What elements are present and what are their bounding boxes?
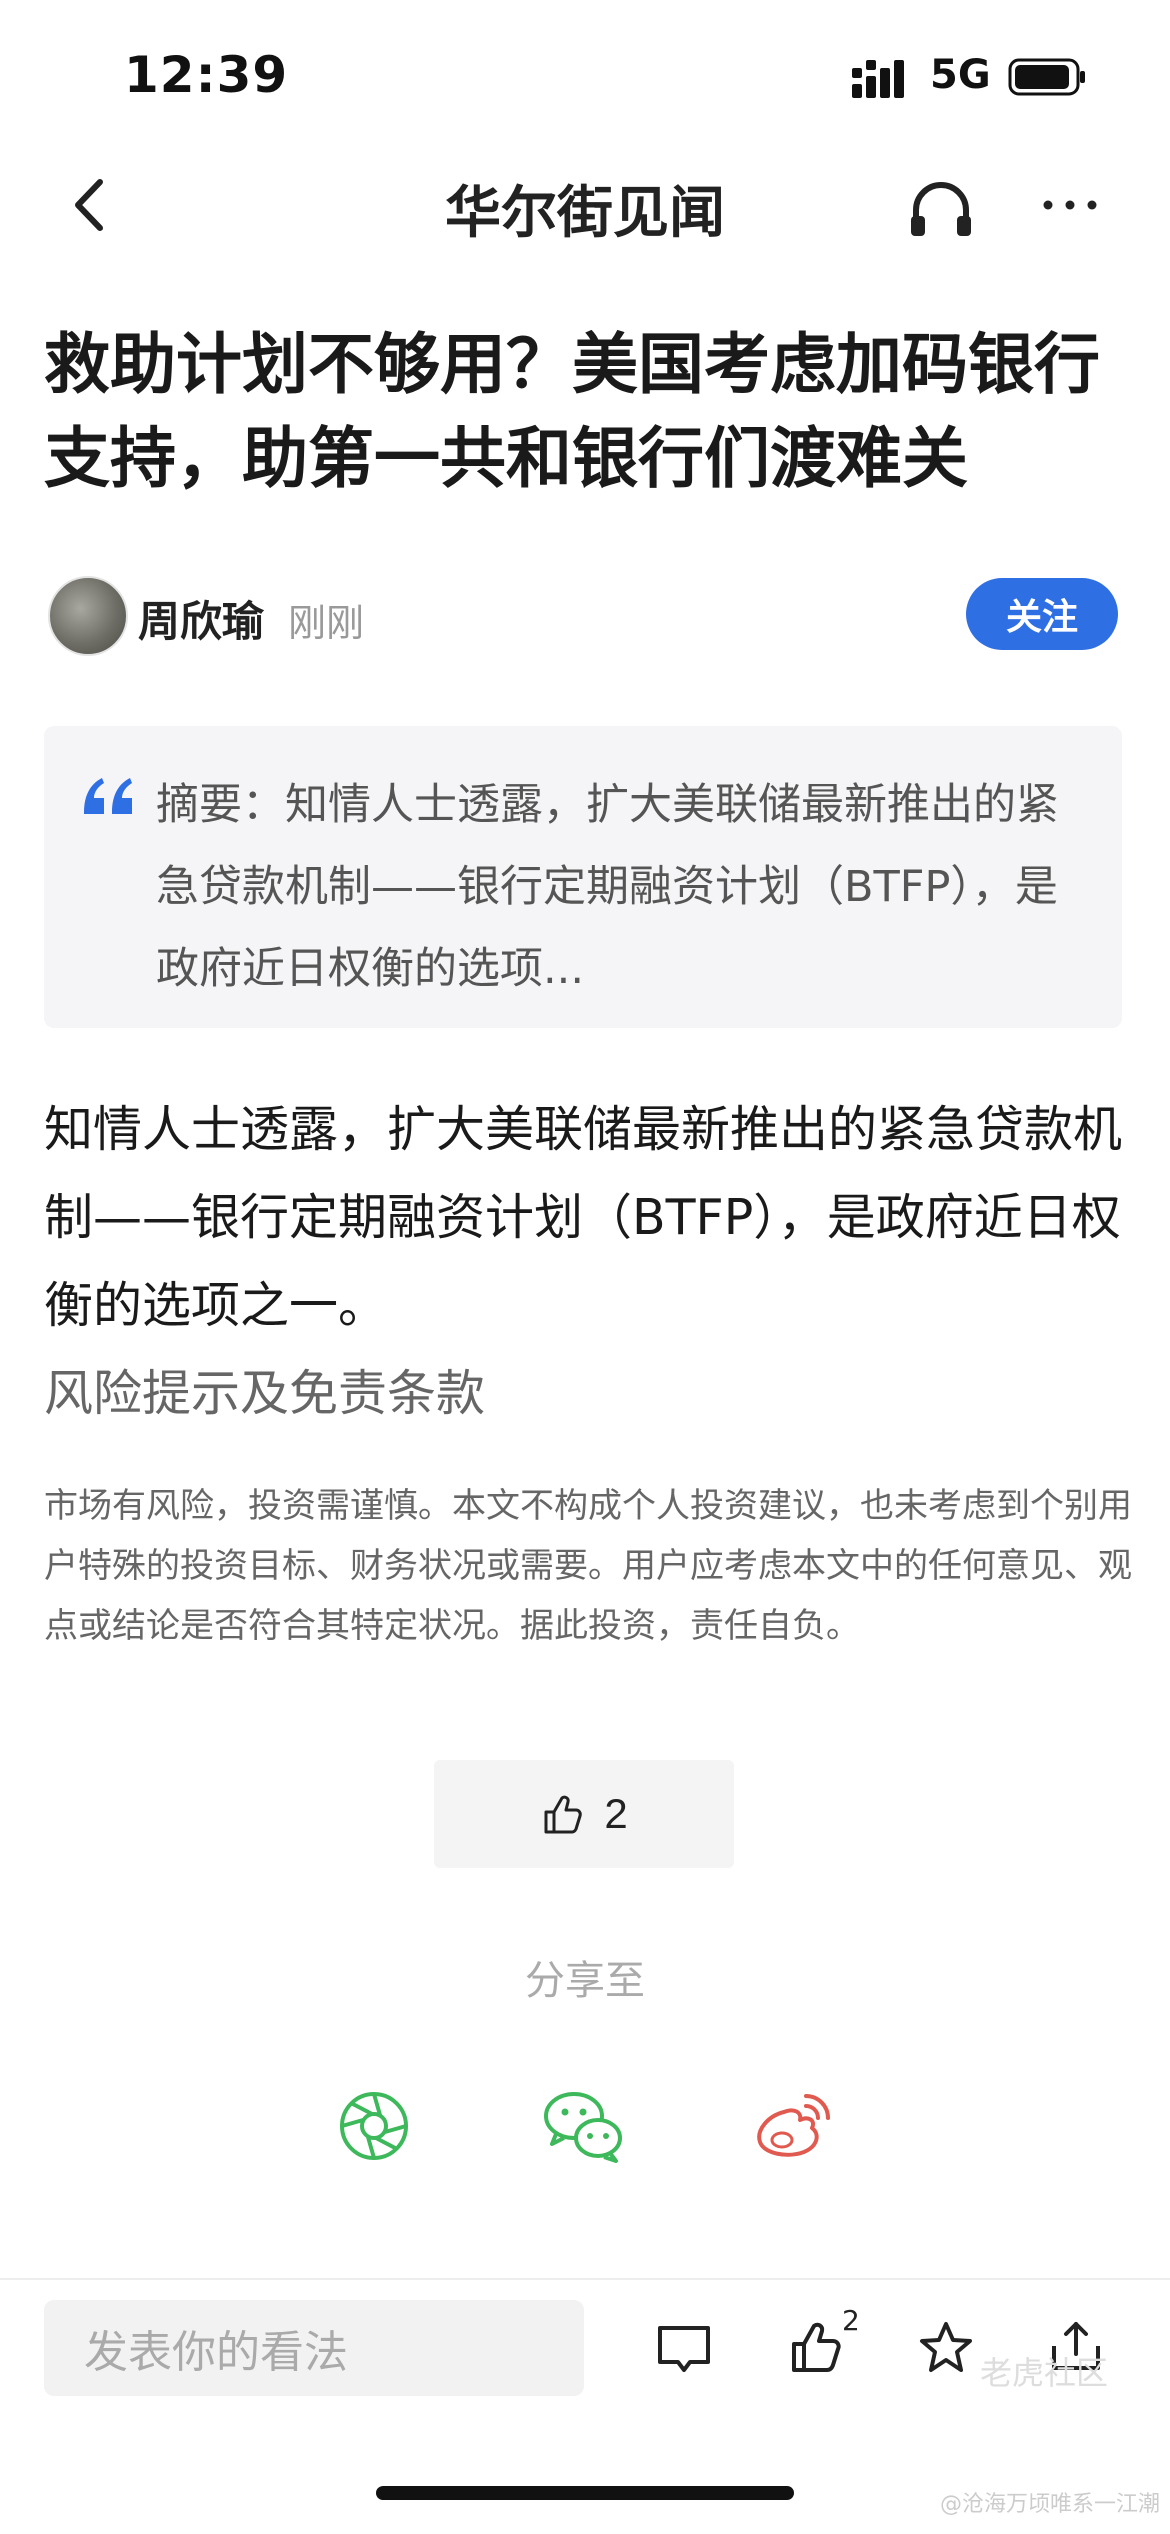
quote-icon xyxy=(84,778,132,814)
wechat-icon[interactable] xyxy=(540,2082,626,2168)
follow-button[interactable]: 关注 xyxy=(966,578,1118,650)
status-time: 12:39 xyxy=(124,46,289,104)
like-count: 2 xyxy=(604,1790,628,1837)
battery-icon xyxy=(1008,58,1085,96)
author-avatar[interactable] xyxy=(48,576,128,656)
weibo-icon[interactable] xyxy=(750,2082,836,2168)
headphones-icon[interactable] xyxy=(906,178,976,240)
network-type: 5G xyxy=(930,52,991,98)
watermark-sub: @沧海万顷唯系一江潮 xyxy=(940,2492,1161,2517)
star-icon[interactable] xyxy=(916,2318,976,2378)
article-headline: 救助计划不够用？美国考虑加码银行支持，助第一共和银行们渡难关 xyxy=(44,326,1100,497)
back-icon[interactable] xyxy=(64,170,114,240)
article-body: 知情人士透露，扩大美联储最新推出的紧急贷款机制——银行定期融资计划（BTFP），… xyxy=(44,1101,1123,1334)
comment-input[interactable]: 发表你的看法 xyxy=(44,2300,584,2396)
signal-icon xyxy=(852,60,904,98)
like-badge: 2 xyxy=(842,2304,860,2337)
risk-title: 风险提示及免责条款 xyxy=(44,1365,486,1422)
home-indicator xyxy=(376,2486,794,2500)
like-icon[interactable] xyxy=(786,2318,846,2378)
share-label: 分享至 xyxy=(525,1958,645,2004)
more-icon[interactable] xyxy=(1040,195,1100,215)
app-title: 华尔街见闻 xyxy=(445,180,725,246)
publish-time: 刚刚 xyxy=(288,601,365,645)
like-button[interactable]: 2 xyxy=(434,1760,734,1868)
comment-icon[interactable] xyxy=(654,2320,714,2380)
disclaimer-text: 市场有风险，投资需谨慎。本文不构成个人投资建议，也未考虑到个别用户特殊的投资目标… xyxy=(44,1486,1132,1646)
author-name[interactable]: 周欣瑜 xyxy=(138,588,264,649)
watermark: 老虎社区 xyxy=(980,2354,1109,2392)
summary-text: 摘要：知情人士透露，扩大美联储最新推出的紧急贷款机制——银行定期融资计划（BTF… xyxy=(156,780,1059,994)
thumbs-up-icon xyxy=(544,1795,583,1834)
moments-icon[interactable] xyxy=(334,2086,414,2166)
